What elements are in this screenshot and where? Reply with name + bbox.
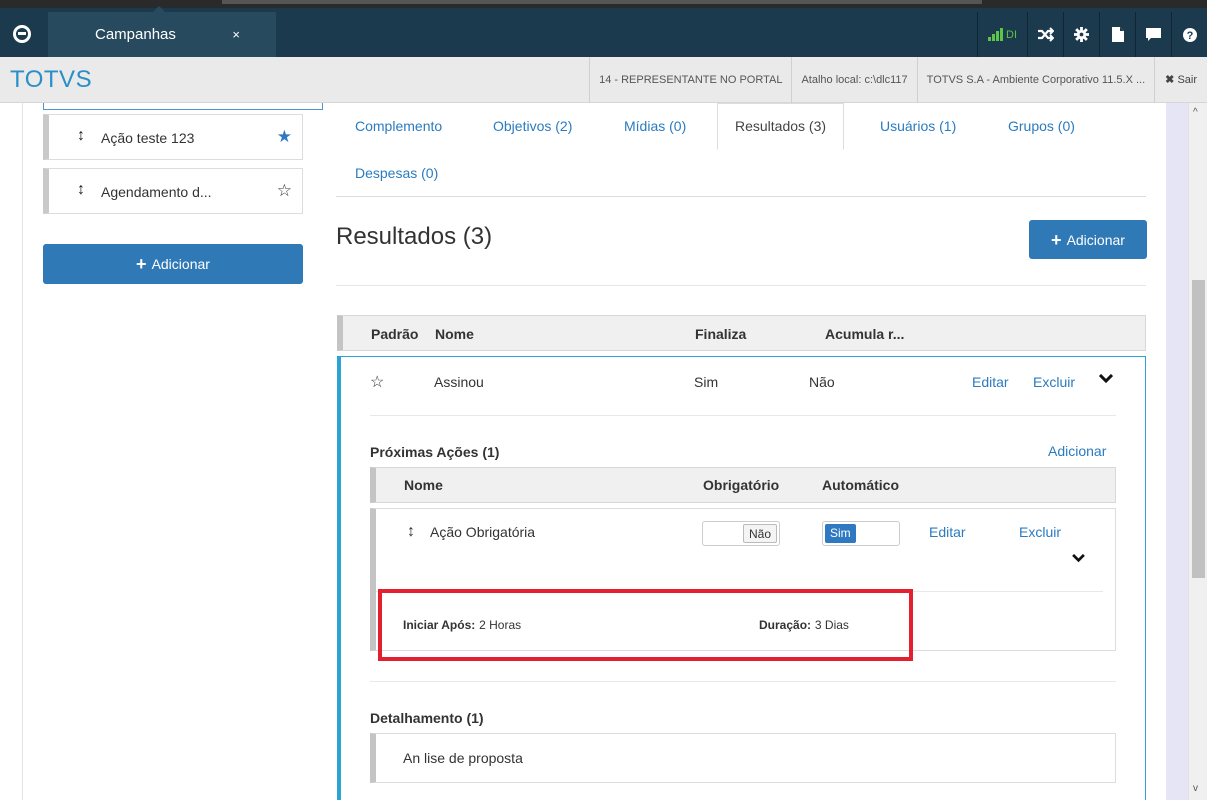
add-campaign-button[interactable]: + Adicionar [43, 244, 303, 284]
session-user[interactable]: 14 - REPRESENTANTE NO PORTAL [589, 57, 791, 103]
toggle-option-sim: Sim [825, 524, 856, 543]
divider [370, 415, 1116, 416]
sub-header: TOTVS 14 - REPRESENTANTE NO PORTAL Atalh… [0, 57, 1207, 103]
actions-table-header: Nome Obrigatório Automático [370, 467, 1116, 503]
result-acumula: Não [809, 374, 835, 390]
logout-label: Sair [1177, 74, 1197, 86]
signal-icon [988, 28, 1003, 41]
col-nome: Nome [435, 326, 474, 342]
svg-text:?: ? [1186, 30, 1193, 42]
signal-indicator[interactable]: DI [977, 12, 1027, 57]
session-shortcut[interactable]: Atalho local: c:\dlc117 [791, 57, 916, 103]
col-acumula: Acumula r... [825, 326, 905, 342]
add-action-link[interactable]: Adicionar [1048, 443, 1106, 459]
star-empty-icon[interactable]: ☆ [277, 181, 292, 201]
tab-resultados[interactable]: Resultados (3) [717, 103, 845, 150]
col-finaliza: Finaliza [695, 326, 747, 342]
detail-tabs: Complemento Objetivos (2) Mídias (0) Res… [336, 103, 1146, 197]
col-obrigatorio: Obrigatório [703, 477, 780, 493]
help-icon[interactable]: ? [1171, 12, 1207, 57]
page-title: Resultados (3) [336, 223, 493, 250]
delete-action-link[interactable]: Excluir [1019, 524, 1061, 540]
side-strip [1166, 103, 1188, 800]
drag-handle-icon[interactable]: ↕ [77, 181, 85, 199]
app-logo-button[interactable] [0, 10, 44, 57]
star-empty-icon[interactable]: ☆ [370, 372, 384, 392]
result-finaliza: Sim [694, 374, 719, 390]
scroll-thumb[interactable] [1192, 280, 1205, 578]
detalhamento-item: An lise de proposta [370, 733, 1116, 783]
sidebar-item[interactable]: ↕ Agendamento d... ☆ [43, 168, 303, 214]
add-campaign-label: Adicionar [151, 256, 210, 272]
logout-button[interactable]: ✖ Sair [1154, 57, 1207, 103]
result-name: Assinou [434, 374, 484, 390]
signal-text: DI [1006, 28, 1017, 41]
selected-item-edge[interactable] [43, 103, 323, 110]
scroll-down-icon[interactable]: v [1193, 783, 1198, 794]
tab-campanhas[interactable]: Campanhas × [48, 6, 276, 57]
gear-icon[interactable] [1063, 12, 1099, 57]
chevron-down-icon[interactable] [1098, 371, 1114, 387]
col-padrao: Padrão [371, 326, 419, 342]
scroll-up-icon[interactable]: ^ [1193, 107, 1198, 118]
shuffle-icon[interactable] [1027, 12, 1063, 57]
tab-grupos[interactable]: Grupos (0) [1008, 118, 1075, 134]
star-filled-icon[interactable]: ★ [277, 127, 292, 147]
main-content: Complemento Objetivos (2) Mídias (0) Res… [323, 103, 1166, 800]
browser-url-bar [222, 0, 982, 4]
close-icon: ✖ [1165, 74, 1175, 86]
obrigatorio-toggle[interactable]: Não [702, 521, 780, 546]
tab-campanhas-label: Campanhas [95, 26, 176, 43]
brand-logo: TOTVS [10, 66, 93, 93]
session-environment[interactable]: TOTVS S.A - Ambiente Corporativo 11.5.X … [916, 57, 1154, 103]
detalhamento-title: Detalhamento (1) [370, 710, 484, 726]
chevron-down-icon[interactable] [1072, 550, 1085, 566]
tab-complemento[interactable]: Complemento [355, 118, 442, 134]
highlight-annotation-box [378, 589, 913, 661]
drag-handle-icon[interactable]: ↕ [407, 523, 415, 541]
document-icon[interactable] [1099, 12, 1135, 57]
col-nome: Nome [404, 477, 443, 493]
tab-despesas[interactable]: Despesas (0) [355, 165, 438, 181]
add-result-label: Adicionar [1066, 231, 1125, 248]
divider [370, 681, 1116, 682]
edit-result-link[interactable]: Editar [972, 374, 1009, 390]
detalhamento-text: An lise de proposta [403, 750, 523, 766]
sidebar-item-label: Agendamento d... [101, 184, 212, 200]
top-navigation-bar: Campanhas × DI ? [0, 0, 1207, 57]
campaign-sidebar: ↕ Ação teste 123 ★ ↕ Agendamento d... ☆ … [22, 103, 323, 800]
tab-usuarios[interactable]: Usuários (1) [880, 118, 956, 134]
divider [336, 285, 1146, 286]
delete-result-link[interactable]: Excluir [1033, 374, 1075, 390]
tab-objetivos[interactable]: Objetivos (2) [493, 118, 572, 134]
automatico-toggle[interactable]: Sim [822, 521, 900, 546]
tab-close-button[interactable]: × [232, 27, 240, 42]
edit-action-link[interactable]: Editar [929, 524, 966, 540]
top-icons-group: DI ? [977, 12, 1207, 57]
session-info: 14 - REPRESENTANTE NO PORTAL Atalho loca… [589, 57, 1207, 103]
browser-strip [0, 0, 1207, 8]
results-table-header: Padrão Nome Finaliza Acumula r... [337, 315, 1146, 351]
action-name: Ação Obrigatória [430, 524, 536, 540]
result-row-expanded: ☆ Assinou Sim Não Editar Excluir Próxima… [337, 356, 1146, 800]
toggle-option-nao: Não [742, 524, 777, 543]
plus-icon: + [1051, 229, 1062, 250]
add-result-button[interactable]: + Adicionar [1029, 220, 1147, 259]
sidebar-item[interactable]: ↕ Ação teste 123 ★ [43, 114, 303, 160]
col-automatico: Automático [822, 477, 899, 493]
chat-icon[interactable] [1135, 12, 1171, 57]
tab-notch [152, 6, 166, 13]
logo-icon [13, 24, 31, 43]
sidebar-item-label: Ação teste 123 [101, 130, 195, 146]
plus-icon: + [136, 254, 147, 274]
vertical-scrollbar[interactable]: ^ v [1188, 103, 1207, 800]
proximas-acoes-title: Próximas Ações (1) [370, 444, 500, 460]
tab-midias[interactable]: Mídias (0) [624, 118, 686, 134]
drag-handle-icon[interactable]: ↕ [77, 127, 85, 145]
